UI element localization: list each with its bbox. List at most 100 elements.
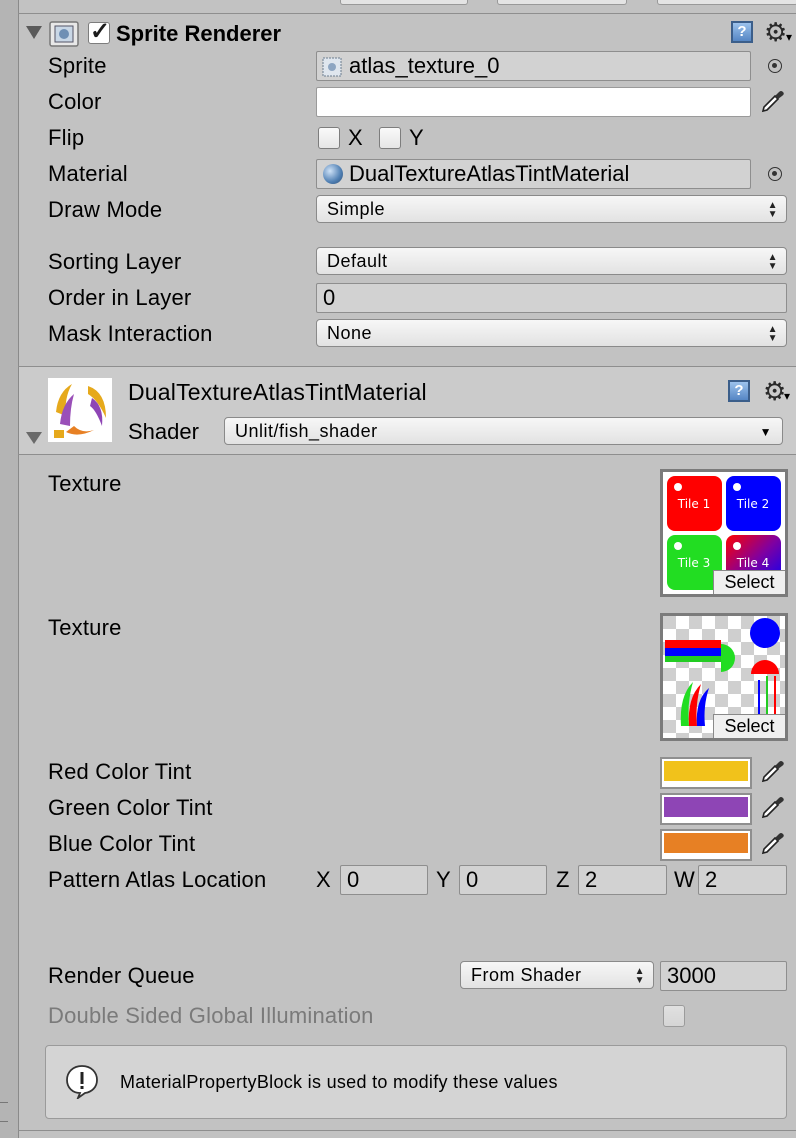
order-in-layer-label: Order in Layer <box>48 285 192 310</box>
texture-1-select-button[interactable]: Select <box>713 570 785 594</box>
texture-2-slot[interactable]: Select <box>660 613 788 741</box>
previous-component-field <box>657 0 796 5</box>
flip-x-label: X <box>348 125 363 150</box>
render-queue-field[interactable]: 3000 <box>660 961 787 991</box>
pattern-x-value: 0 <box>347 867 360 892</box>
green-tint-swatch[interactable] <box>660 793 752 825</box>
sprite-label: Sprite <box>48 53 107 78</box>
scrollbar-notch <box>0 1102 8 1122</box>
shader-label: Shader <box>128 419 199 444</box>
sprite-renderer-component-icon <box>49 21 79 47</box>
blue-tint-label: Blue Color Tint <box>48 831 196 856</box>
blue-tint-swatch[interactable] <box>660 829 752 861</box>
pattern-z-label: Z <box>556 867 570 892</box>
eyedropper-icon[interactable] <box>760 830 786 856</box>
updown-arrows-icon: ▲ ▼ <box>767 252 778 272</box>
pattern-x-field[interactable]: 0 <box>340 865 428 895</box>
flip-label: Flip <box>48 125 85 150</box>
foldout-arrow-icon[interactable] <box>26 26 42 39</box>
texture-1-tile-label: Tile 4 <box>736 556 769 570</box>
sorting-layer-value: Default <box>327 251 388 271</box>
texture-1-slot[interactable]: Tile 1 Tile 2 Tile 3 Tile 4 Select <box>660 469 788 597</box>
sorting-layer-label: Sorting Layer <box>48 249 182 274</box>
previous-component-field <box>497 0 627 5</box>
shader-dropdown[interactable]: Unlit/fish_shader ▼ <box>224 417 783 445</box>
inspector-left-edge <box>0 0 19 1138</box>
shader-value: Unlit/fish_shader <box>235 421 378 441</box>
pattern-w-label: W <box>674 867 695 892</box>
chevron-down-icon: ▼ <box>759 425 772 439</box>
eyedropper-icon[interactable] <box>760 758 786 784</box>
sprite-asset-icon <box>322 56 342 77</box>
flip-x-checkbox[interactable] <box>318 127 340 149</box>
material-name: DualTextureAtlasTintMaterial <box>128 379 427 405</box>
double-sided-gi-label: Double Sided Global Illumination <box>48 1003 374 1028</box>
updown-arrows-icon: ▲ ▼ <box>634 966 645 986</box>
eyedropper-icon[interactable] <box>760 88 786 114</box>
mask-interaction-dropdown[interactable]: None ▲ ▼ <box>316 319 787 347</box>
component-enabled-checkbox[interactable]: ✓ <box>88 18 110 45</box>
texture-2-label: Texture <box>48 615 122 640</box>
pattern-w-value: 2 <box>705 867 718 892</box>
chevron-down-icon[interactable]: ▾ <box>786 30 792 44</box>
separator <box>18 1130 796 1131</box>
double-sided-gi-checkbox[interactable] <box>663 1005 685 1027</box>
previous-component-field <box>340 0 468 5</box>
order-in-layer-field[interactable]: 0 <box>316 283 787 313</box>
texture-1-tile-label: Tile 1 <box>677 497 710 511</box>
flip-y-checkbox[interactable] <box>379 127 401 149</box>
pattern-atlas-location-label: Pattern Atlas Location <box>48 867 267 892</box>
gear-icon[interactable]: ⚙ <box>763 378 786 404</box>
material-field[interactable]: DualTextureAtlasTintMaterial <box>316 159 751 189</box>
render-queue-mode: From Shader <box>471 965 582 985</box>
material-label: Material <box>48 161 128 186</box>
pattern-z-field[interactable]: 2 <box>578 865 667 895</box>
material-value: DualTextureAtlasTintMaterial <box>349 161 630 186</box>
texture-1-label: Texture <box>48 471 122 496</box>
pattern-y-label: Y <box>436 867 451 892</box>
pattern-w-field[interactable]: 2 <box>698 865 787 895</box>
red-tint-label: Red Color Tint <box>48 759 192 784</box>
updown-arrows-icon: ▲ ▼ <box>767 324 778 344</box>
sprite-field[interactable]: atlas_texture_0 <box>316 51 751 81</box>
help-icon[interactable]: ? <box>728 380 750 402</box>
chevron-down-icon[interactable]: ▾ <box>784 389 790 403</box>
pattern-y-value: 0 <box>466 867 479 892</box>
object-picker-icon[interactable] <box>768 167 782 181</box>
separator <box>18 454 796 455</box>
draw-mode-value: Simple <box>327 199 386 219</box>
green-tint-fill <box>664 797 748 817</box>
red-tint-swatch[interactable] <box>660 757 752 789</box>
color-field[interactable] <box>316 87 751 117</box>
component-title: Sprite Renderer <box>116 21 282 46</box>
draw-mode-label: Draw Mode <box>48 197 163 222</box>
separator <box>18 13 796 14</box>
material-foldout-arrow-icon[interactable] <box>26 432 42 444</box>
color-label: Color <box>48 89 102 114</box>
help-icon[interactable]: ? <box>731 21 753 43</box>
draw-mode-dropdown[interactable]: Simple ▲ ▼ <box>316 195 787 223</box>
material-preview-thumbnail[interactable] <box>48 378 112 442</box>
material-sphere-icon <box>323 164 343 184</box>
object-picker-icon[interactable] <box>768 59 782 73</box>
sorting-layer-dropdown[interactable]: Default ▲ ▼ <box>316 247 787 275</box>
eyedropper-icon[interactable] <box>760 794 786 820</box>
texture-1-tile-label: Tile 2 <box>736 497 769 511</box>
gear-icon[interactable]: ⚙ <box>764 19 787 45</box>
help-box-text: MaterialPropertyBlock is used to modify … <box>120 1072 558 1092</box>
green-tint-label: Green Color Tint <box>48 795 213 820</box>
checkmark-icon: ✓ <box>90 18 111 45</box>
render-queue-label: Render Queue <box>48 963 195 988</box>
flip-y-label: Y <box>409 125 424 150</box>
sprite-value: atlas_texture_0 <box>349 53 500 78</box>
pattern-y-field[interactable]: 0 <box>459 865 547 895</box>
texture-1-tile-label: Tile 3 <box>677 556 710 570</box>
pattern-x-label: X <box>316 867 331 892</box>
info-help-box: MaterialPropertyBlock is used to modify … <box>45 1045 787 1119</box>
updown-arrows-icon: ▲ ▼ <box>767 200 778 220</box>
order-in-layer-value: 0 <box>323 285 336 310</box>
render-queue-dropdown[interactable]: From Shader ▲ ▼ <box>460 961 654 989</box>
red-tint-fill <box>664 761 748 781</box>
mask-interaction-value: None <box>327 323 373 343</box>
texture-2-select-button[interactable]: Select <box>713 714 785 738</box>
